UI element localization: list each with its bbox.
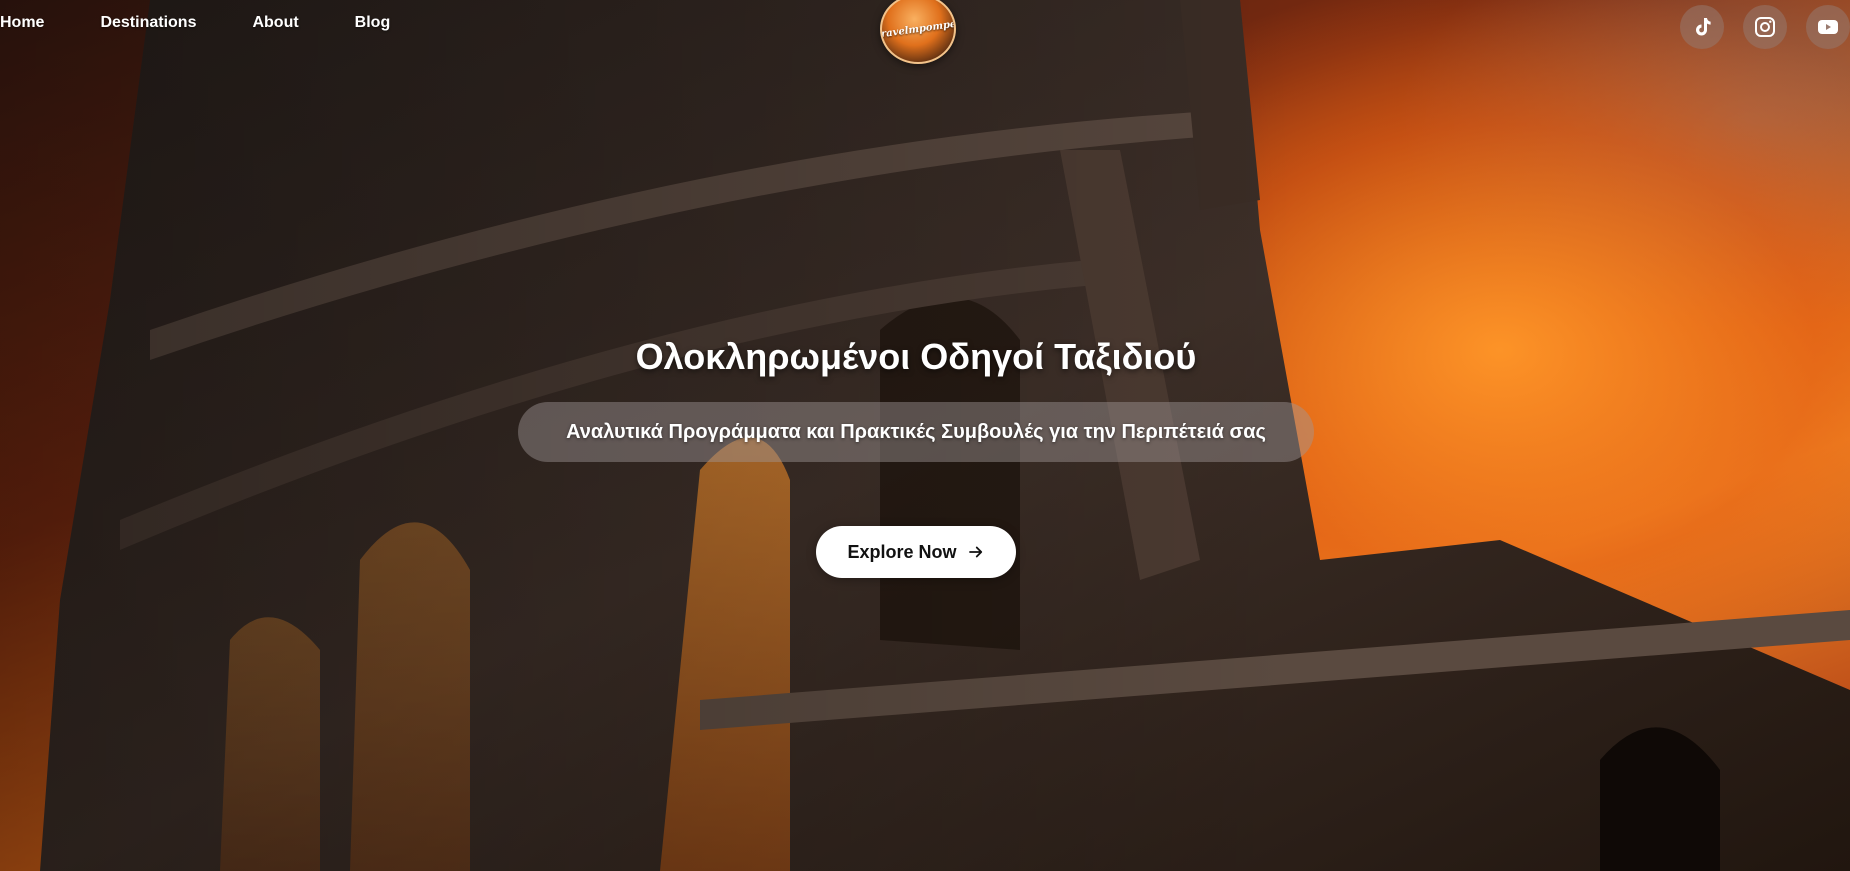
- nav-item-destinations[interactable]: Destinations: [100, 14, 196, 32]
- youtube-icon: [1818, 20, 1838, 34]
- hero-title: Ολοκληρωμένοι Οδηγοί Ταξιδιού: [635, 336, 1197, 377]
- arrow-right-icon: [968, 546, 982, 558]
- instagram-icon: [1755, 17, 1775, 37]
- main-nav: Home Destinations About Blog: [0, 14, 390, 32]
- logo-text: Travelmpompes: [880, 17, 956, 41]
- nav-item-blog[interactable]: Blog: [355, 14, 391, 32]
- nav-item-home[interactable]: Home: [0, 14, 44, 32]
- instagram-button[interactable]: [1743, 5, 1787, 49]
- tiktok-button[interactable]: [1680, 5, 1724, 49]
- youtube-button[interactable]: [1806, 5, 1850, 49]
- explore-now-label: Explore Now: [847, 541, 957, 562]
- hero-subtitle: Αναλυτικά Προγράμματα και Πρακτικές Συμβ…: [566, 420, 1266, 443]
- nav-item-about[interactable]: About: [252, 14, 298, 32]
- social-links: [1680, 5, 1850, 49]
- tiktok-icon: [1696, 18, 1711, 36]
- explore-now-button[interactable]: Explore Now: [816, 526, 1016, 578]
- hero-subtitle-pill: Αναλυτικά Προγράμματα και Πρακτικές Συμβ…: [518, 402, 1314, 462]
